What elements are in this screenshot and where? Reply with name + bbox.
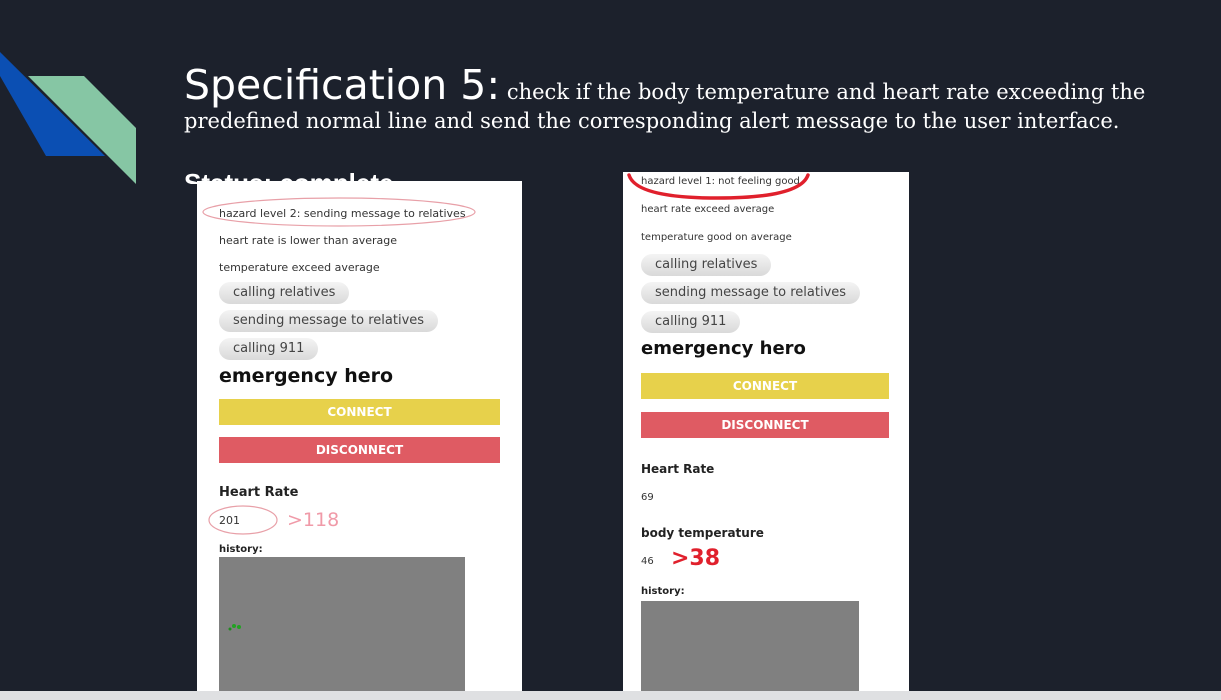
threshold-annotation: >118 bbox=[287, 509, 340, 531]
heart-rate-label: Heart Rate bbox=[641, 462, 715, 476]
history-label: history: bbox=[219, 544, 263, 555]
bottom-edge-bar bbox=[0, 691, 1221, 700]
disconnect-button[interactable]: DISCONNECT bbox=[219, 437, 500, 463]
heart-status-text: heart rate exceed average bbox=[641, 204, 775, 215]
hazard-level-text: hazard level 2: sending message to relat… bbox=[219, 207, 466, 220]
heart-status-text: heart rate is lower than average bbox=[219, 234, 398, 247]
history-dots bbox=[228, 624, 241, 631]
disconnect-button[interactable]: DISCONNECT bbox=[641, 412, 889, 438]
app-title: emergency hero bbox=[219, 365, 394, 387]
heart-rate-value: 69 bbox=[641, 492, 654, 503]
app-title: emergency hero bbox=[641, 338, 806, 359]
history-chart bbox=[641, 601, 859, 700]
threshold-annotation: >38 bbox=[671, 546, 721, 571]
connect-button[interactable]: CONNECT bbox=[641, 373, 889, 399]
hazard-level-text: hazard level 1: not feeling good bbox=[641, 176, 800, 187]
history-chart bbox=[219, 557, 465, 691]
slide-heading: Specification 5: check if the body tempe… bbox=[184, 61, 1164, 133]
heart-rate-value: 201 bbox=[219, 514, 240, 527]
connect-button[interactable]: CONNECT bbox=[219, 399, 500, 425]
body-temperature-value: 46 bbox=[641, 556, 654, 567]
sending-message-button[interactable]: sending message to relatives bbox=[219, 310, 439, 332]
phone-screenshot-right: hazard level 1: not feeling good heart r… bbox=[623, 172, 909, 700]
sending-message-button[interactable]: sending message to relatives bbox=[641, 282, 861, 304]
phone-screenshot-left: hazard level 2: sending message to relat… bbox=[197, 181, 522, 691]
corner-stripes-decoration bbox=[0, 52, 136, 184]
heart-rate-label: Heart Rate bbox=[219, 485, 299, 500]
calling-911-button[interactable]: calling 911 bbox=[219, 338, 319, 360]
calling-relatives-button[interactable]: calling relatives bbox=[219, 282, 350, 304]
calling-relatives-button[interactable]: calling relatives bbox=[641, 254, 772, 276]
temperature-status-text: temperature exceed average bbox=[219, 261, 380, 274]
temperature-status-text: temperature good on average bbox=[641, 232, 792, 243]
calling-911-button[interactable]: calling 911 bbox=[641, 311, 741, 333]
history-label: history: bbox=[641, 586, 685, 597]
body-temperature-label: body temperature bbox=[641, 526, 764, 540]
heading-spec: Specification 5: bbox=[184, 61, 501, 109]
